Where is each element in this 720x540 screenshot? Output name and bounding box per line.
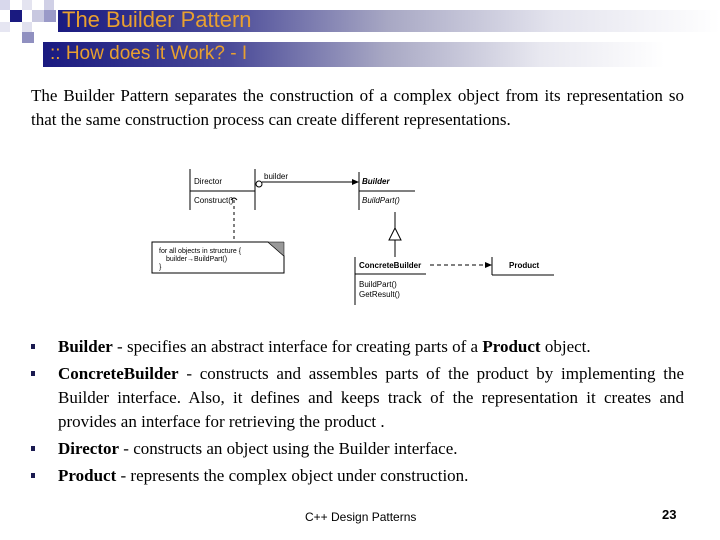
product-dependency bbox=[430, 262, 492, 268]
definition-text: - represents the complex object under co… bbox=[116, 466, 469, 485]
product-name: Product bbox=[509, 261, 540, 270]
list-item-director: Director - constructs an object using th… bbox=[31, 437, 684, 461]
list-item-builder: Builder - specifies an abstract interfac… bbox=[31, 335, 684, 359]
dependency-arrowhead-icon bbox=[485, 262, 492, 268]
term-director: Director bbox=[58, 439, 120, 458]
inheritance-triangle-icon bbox=[388, 226, 402, 241]
director-class: Director Construct() bbox=[189, 169, 256, 210]
arrowhead-icon bbox=[352, 179, 359, 185]
concrete-builder-name: ConcreteBuilder bbox=[359, 261, 421, 270]
bullet-icon bbox=[31, 371, 35, 376]
concrete-builder-class: ConcreteBuilder BuildPart() GetResult() bbox=[354, 257, 426, 305]
note-line-2: builder→BuildPart() bbox=[166, 256, 227, 263]
list-item-product: Product - represents the complex object … bbox=[31, 464, 684, 488]
uml-class-diagram: Director Construct() builder Builder Bui… bbox=[151, 169, 554, 305]
builder-class: Builder BuildPart() bbox=[358, 172, 415, 210]
term-builder: Builder bbox=[58, 337, 113, 356]
bullet-icon bbox=[31, 473, 35, 478]
builder-association: builder bbox=[255, 172, 359, 188]
bullet-icon bbox=[31, 446, 35, 451]
footer-text: C++ Design Patterns bbox=[305, 510, 417, 524]
list-item-concrete-builder: ConcreteBuilder - constructs and assembl… bbox=[31, 362, 684, 434]
definition-text: - specifies an abstract interface for cr… bbox=[112, 337, 483, 356]
slide-title: The Builder Pattern bbox=[62, 7, 252, 32]
director-method: Construct() bbox=[194, 196, 234, 205]
builder-name: Builder bbox=[362, 177, 390, 186]
term-product: Product bbox=[58, 466, 117, 485]
builder-method: BuildPart() bbox=[362, 196, 400, 205]
term-concrete-builder: ConcreteBuilder bbox=[58, 364, 179, 383]
concrete-builder-method-2: GetResult() bbox=[359, 290, 400, 299]
page-number: 23 bbox=[662, 507, 677, 522]
product-class: Product bbox=[491, 257, 554, 276]
definition-text: - constructs an object using the Builder… bbox=[119, 439, 458, 458]
inline-bold-product: Product bbox=[482, 337, 541, 356]
concrete-builder-method-1: BuildPart() bbox=[359, 280, 397, 289]
inheritance-relation bbox=[388, 212, 402, 257]
definitions-list: Builder - specifies an abstract interfac… bbox=[31, 335, 684, 491]
definition-text-end: object. bbox=[540, 337, 591, 356]
association-label: builder bbox=[264, 172, 288, 181]
code-note: for all objects in structure { builder→B… bbox=[151, 241, 285, 274]
director-name: Director bbox=[194, 177, 222, 186]
note-line-1: for all objects in structure { bbox=[159, 248, 242, 255]
slide-subtitle: :: How does it Work? - I bbox=[50, 43, 248, 64]
intro-paragraph: The Builder Pattern separates the constr… bbox=[31, 86, 684, 129]
bullet-icon bbox=[31, 344, 35, 349]
